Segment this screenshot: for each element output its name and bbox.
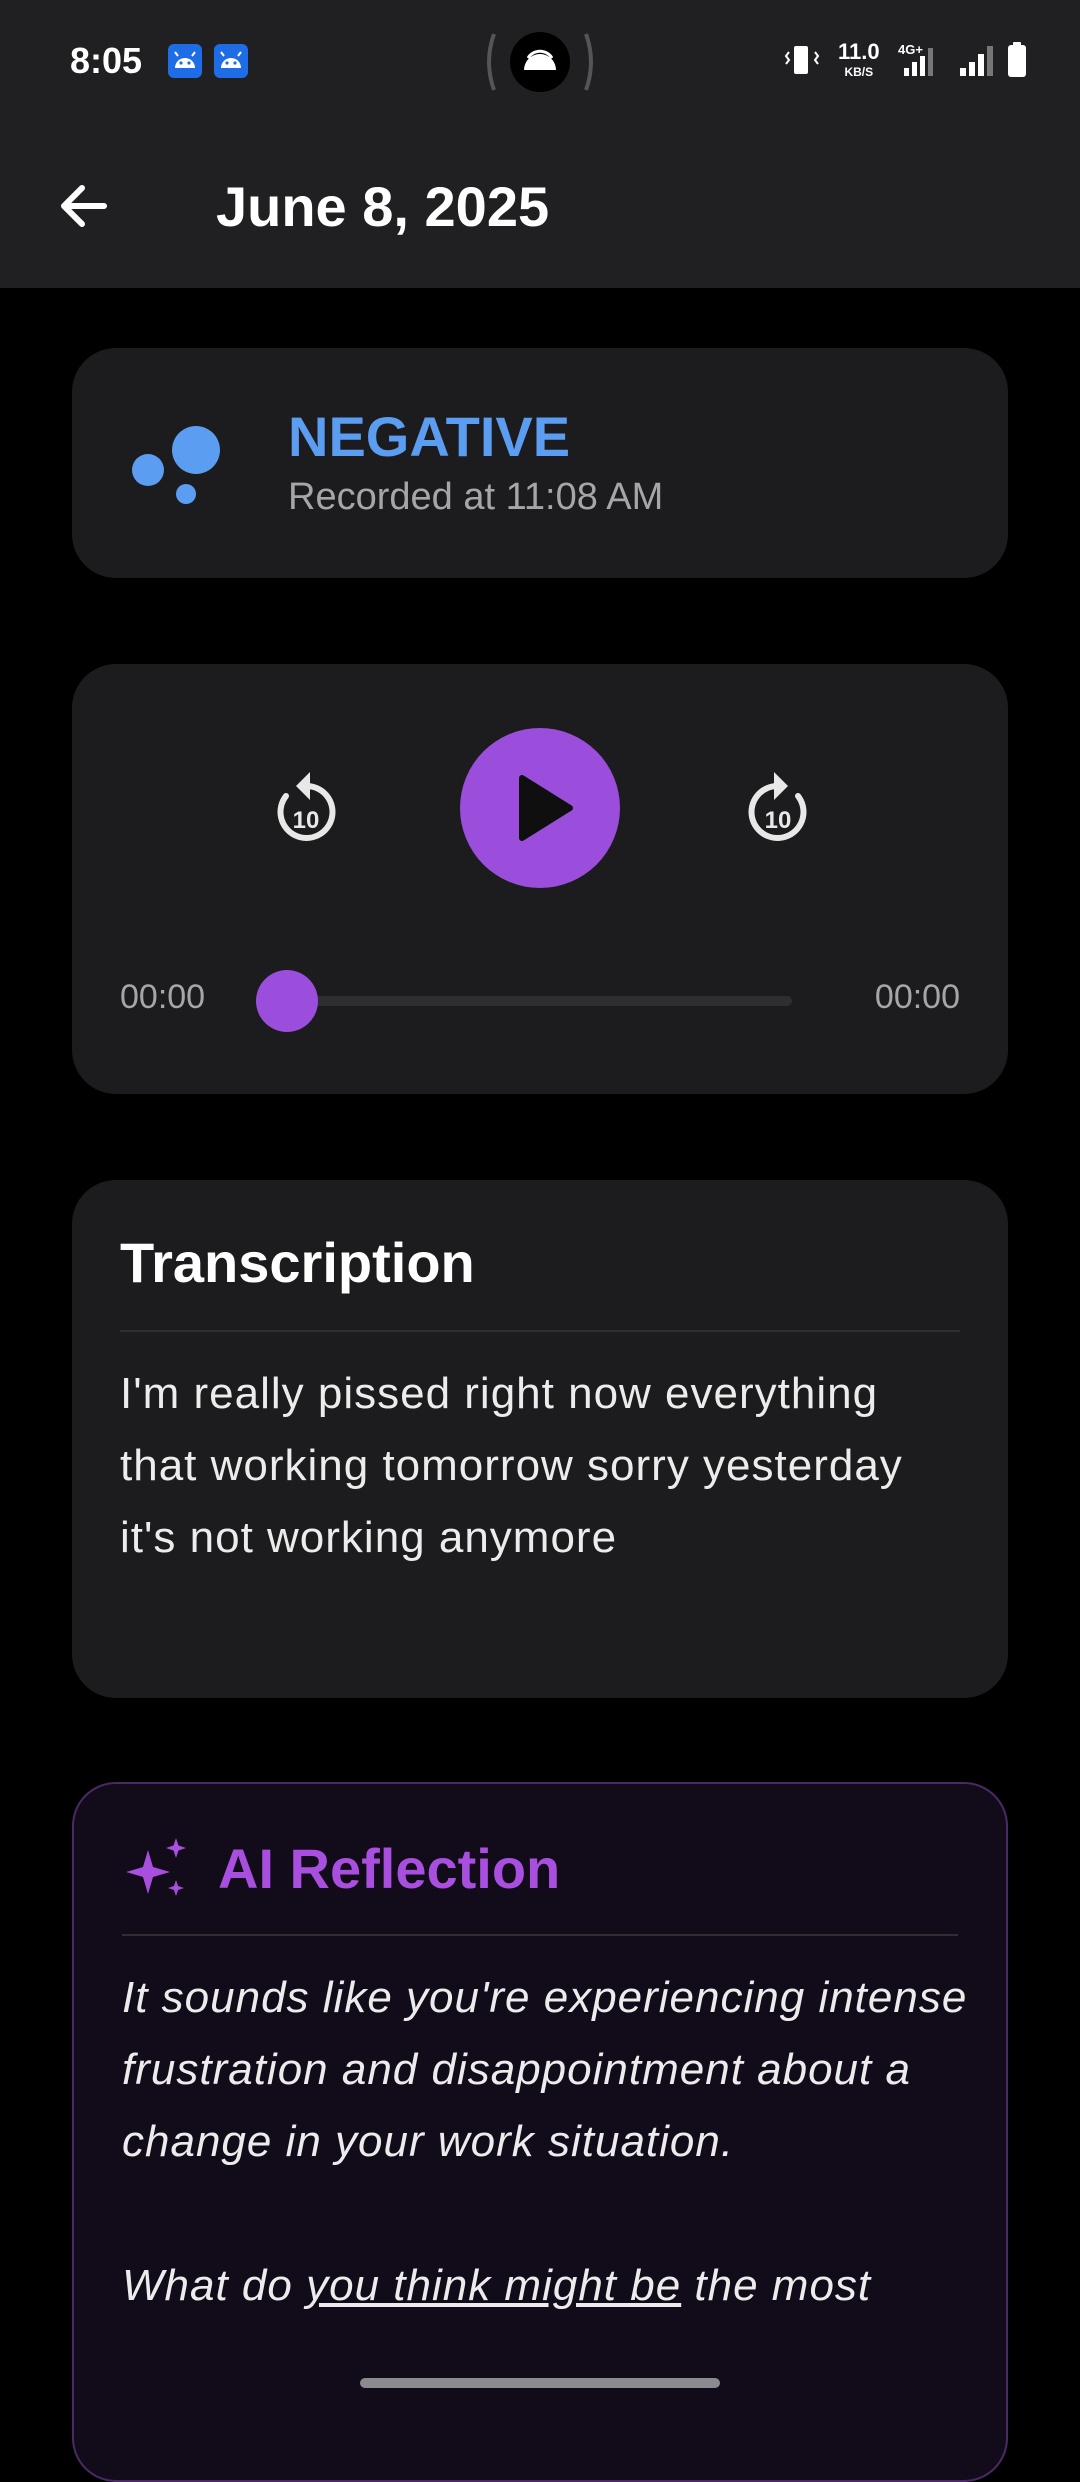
arrow-left-icon[interactable] [54,176,114,236]
page-title: June 8, 2025 [216,175,550,238]
forward-10-icon[interactable]: 10 [738,760,818,848]
forward-seconds: 10 [765,807,792,834]
divider [122,1934,958,1936]
rewind-seconds: 10 [293,807,320,834]
battery-icon [1008,42,1026,77]
progress-slider[interactable] [288,996,792,1006]
home-indicator[interactable] [360,2378,720,2388]
android-notification-icon [168,44,202,78]
vibrate-icon [784,46,820,74]
network-speed: 11.0 KB/S [838,39,880,80]
play-icon [519,775,573,841]
svg-text:4G+: 4G+ [898,42,923,57]
rewind-10-icon[interactable]: 10 [266,760,346,848]
status-bar: 8:05 11.0 KB/S 4G+ [0,0,1080,124]
ai-reflection-card: AI Reflection It sounds like you're expe… [72,1782,1008,2482]
transcription-card: Transcription I'm really pissed right no… [72,1180,1008,1698]
hotspot-icon [487,32,593,92]
ai-reflection-text: It sounds like you're experiencing inten… [122,1962,972,2394]
current-time: 00:00 [120,978,206,1016]
slider-thumb[interactable] [256,970,318,1032]
mood-label: NEGATIVE [288,405,571,468]
signal-icon: 4G+ [898,42,933,76]
ai-reflection-title: AI Reflection [218,1837,561,1900]
sparkles-icon [126,1838,186,1896]
recorded-time: Recorded at 11:08 AM [288,476,664,518]
reflection-paragraph: What do you think might be the most [122,2261,872,2310]
transcription-title: Transcription [120,1231,475,1294]
mood-card: NEGATIVE Recorded at 11:08 AM [72,348,1008,578]
signal-icon [960,46,993,76]
android-notification-icon [214,44,248,78]
status-time: 8:05 [70,40,143,81]
app-bar: June 8, 2025 [0,124,1080,288]
reflection-paragraph: It sounds like you're experiencing inten… [122,1973,968,2166]
system-icons: 11.0 KB/S 4G+ [740,40,1040,80]
total-time: 00:00 [874,978,960,1016]
divider [120,1330,960,1332]
play-button[interactable] [460,728,620,888]
bubbles-icon [132,426,220,504]
audio-player: 10 10 00:00 00:00 [72,664,1008,1094]
transcription-text: I'm really pissed right now everything t… [120,1369,903,1562]
